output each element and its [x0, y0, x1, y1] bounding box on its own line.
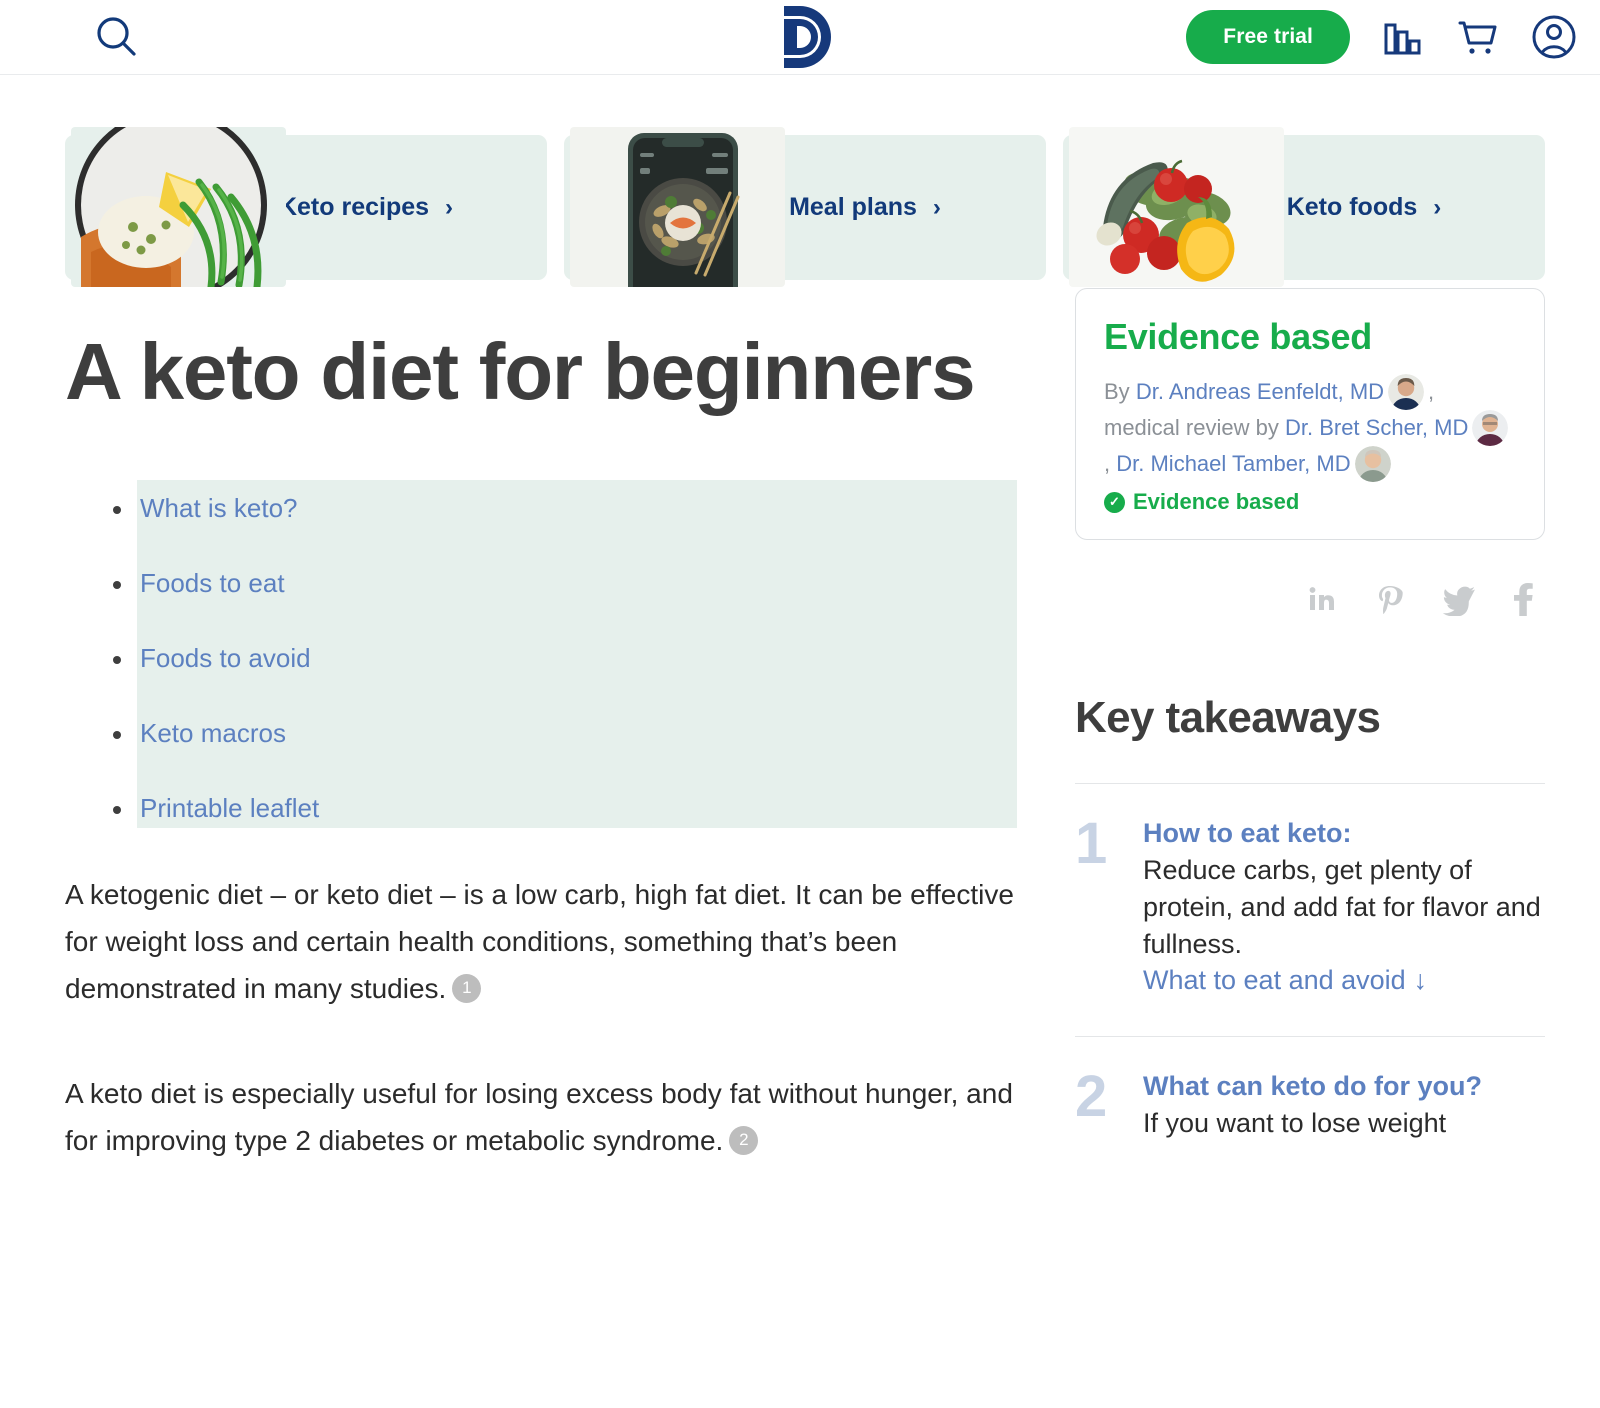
hamburger-menu-icon[interactable]: [10, 20, 56, 54]
site-header: Free trial: [0, 0, 1600, 75]
chevron-right-icon: ›: [932, 193, 941, 221]
site-logo[interactable]: [764, 3, 836, 71]
toc-item-foods-to-eat[interactable]: Foods to eat: [65, 568, 1015, 599]
key-takeaway-item-1: 1 How to eat keto: Reduce carbs, get ple…: [1075, 783, 1545, 996]
page-bottom-fade: [0, 1288, 1600, 1408]
takeaway-body: What can keto do for you? If you want to…: [1143, 1069, 1545, 1142]
page-title: A keto diet for beginners: [65, 327, 976, 416]
paragraph-text: A keto diet is especially useful for los…: [65, 1077, 1013, 1156]
byline-comma: ,: [1428, 379, 1435, 404]
takeaway-heading: How to eat keto:: [1143, 818, 1352, 848]
arrow-down-icon: ↓: [1413, 964, 1428, 995]
header-right-group: Free trial: [1186, 10, 1600, 64]
toc-link[interactable]: Foods to avoid: [140, 643, 311, 673]
linkedin-icon[interactable]: [1305, 582, 1339, 620]
keto-foods-thumbnail: [1069, 127, 1284, 287]
avatar-bret-scher: [1472, 410, 1509, 446]
avatar-andreas-eenfeldt: [1388, 374, 1425, 410]
nav-card-label: Keto foods ›: [1287, 193, 1442, 222]
article-paragraph-2: A keto diet is especially useful for los…: [65, 1070, 1015, 1164]
byline-comma-2: ,: [1104, 451, 1111, 476]
toc-item-keto-macros[interactable]: Keto macros: [65, 718, 1015, 749]
meal-plans-thumbnail: [570, 127, 785, 287]
nav-card-label: Meal plans ›: [789, 193, 941, 222]
nav-card-text: Keto foods: [1286, 193, 1418, 221]
article-column: A keto diet for beginners What is keto? …: [65, 280, 1017, 1164]
toc-link[interactable]: Printable leaflet: [140, 793, 319, 823]
chevron-right-icon: ›: [1433, 193, 1442, 221]
reference-marker-2[interactable]: 2: [729, 1125, 759, 1155]
check-circle-icon: ✓: [1104, 491, 1125, 513]
takeaway-heading: What can keto do for you?: [1143, 1070, 1483, 1101]
takeaway-text: Reduce carbs, get plenty of protein, and…: [1143, 855, 1541, 959]
key-takeaways-title: Key takeaways: [1075, 693, 1381, 742]
takeaway-number: 2: [1075, 1063, 1108, 1129]
badge-label: Evidence based: [1133, 489, 1300, 514]
article-byline: By Dr. Andreas Eenfeldt, MD, medical rev…: [1104, 374, 1516, 482]
bar-chart-icon[interactable]: [1380, 15, 1424, 59]
nav-card-text: Keto recipes: [278, 193, 430, 221]
evidence-box-title: Evidence based: [1104, 316, 1372, 357]
free-trial-button[interactable]: Free trial: [1186, 10, 1350, 64]
social-share-row: [1075, 582, 1545, 620]
takeaway-text: If you want to lose weight: [1143, 1107, 1447, 1138]
toc-item-what-is-keto[interactable]: What is keto?: [65, 493, 1015, 524]
review-prefix: medical review by: [1104, 415, 1279, 440]
table-of-contents: What is keto? Foods to eat Foods to avoi…: [65, 479, 1017, 828]
facebook-icon[interactable]: [1511, 582, 1535, 620]
chevron-right-icon: ›: [445, 193, 454, 221]
sidebar-column: Evidence based By Dr. Andreas Eenfeldt, …: [1075, 280, 1545, 1164]
toc-item-printable-leaflet[interactable]: Printable leaflet: [65, 793, 1015, 824]
shopping-cart-icon[interactable]: [1454, 15, 1500, 59]
nav-card-keto-recipes[interactable]: Keto recipes ›: [65, 127, 547, 287]
takeaway-body: How to eat keto: Reduce carbs, get plent…: [1143, 816, 1545, 996]
evidence-based-box: Evidence based By Dr. Andreas Eenfeldt, …: [1075, 288, 1545, 540]
pinterest-icon[interactable]: [1373, 582, 1407, 620]
byline-prefix: By: [1104, 379, 1130, 404]
search-icon[interactable]: [94, 14, 140, 60]
twitter-icon[interactable]: [1441, 582, 1477, 620]
nav-card-label: Keto recipes ›: [279, 193, 453, 222]
reviewer-link-bret-scher[interactable]: Dr. Bret Scher, MD: [1285, 415, 1468, 440]
category-nav-cards: Keto recipes › Meal plans › Keto foods ›: [0, 75, 1600, 287]
takeaway-link-label: What to eat and avoid: [1143, 964, 1406, 995]
avatar-michael-tamber: [1354, 446, 1391, 482]
keto-recipes-thumbnail: [71, 127, 286, 287]
nav-card-keto-foods[interactable]: Keto foods ›: [1063, 127, 1545, 287]
reviewer-link-michael-tamber[interactable]: Dr. Michael Tamber, MD: [1116, 451, 1350, 476]
main-content: A keto diet for beginners What is keto? …: [0, 280, 1600, 1164]
header-left-group: [0, 14, 140, 60]
user-account-icon[interactable]: [1530, 13, 1578, 61]
key-takeaway-item-2: 2 What can keto do for you? If you want …: [1075, 1035, 1545, 1142]
nav-card-meal-plans[interactable]: Meal plans ›: [564, 127, 1046, 287]
toc-link[interactable]: Keto macros: [140, 718, 286, 748]
toc-link[interactable]: What is keto?: [140, 493, 298, 523]
evidence-based-badge: ✓ Evidence based: [1104, 489, 1516, 515]
takeaway-jump-link[interactable]: What to eat and avoid ↓: [1143, 965, 1427, 996]
toc-item-foods-to-avoid[interactable]: Foods to avoid: [65, 643, 1015, 674]
paragraph-text: A ketogenic diet – or keto diet – is a l…: [65, 878, 1014, 1004]
reference-marker-1[interactable]: 1: [452, 973, 482, 1003]
takeaway-number: 1: [1075, 811, 1108, 876]
article-paragraph-1: A ketogenic diet – or keto diet – is a l…: [65, 871, 1015, 1012]
author-link-andreas-eenfeldt[interactable]: Dr. Andreas Eenfeldt, MD: [1136, 379, 1384, 404]
toc-link[interactable]: Foods to eat: [140, 568, 285, 598]
nav-card-text: Meal plans: [789, 193, 917, 221]
